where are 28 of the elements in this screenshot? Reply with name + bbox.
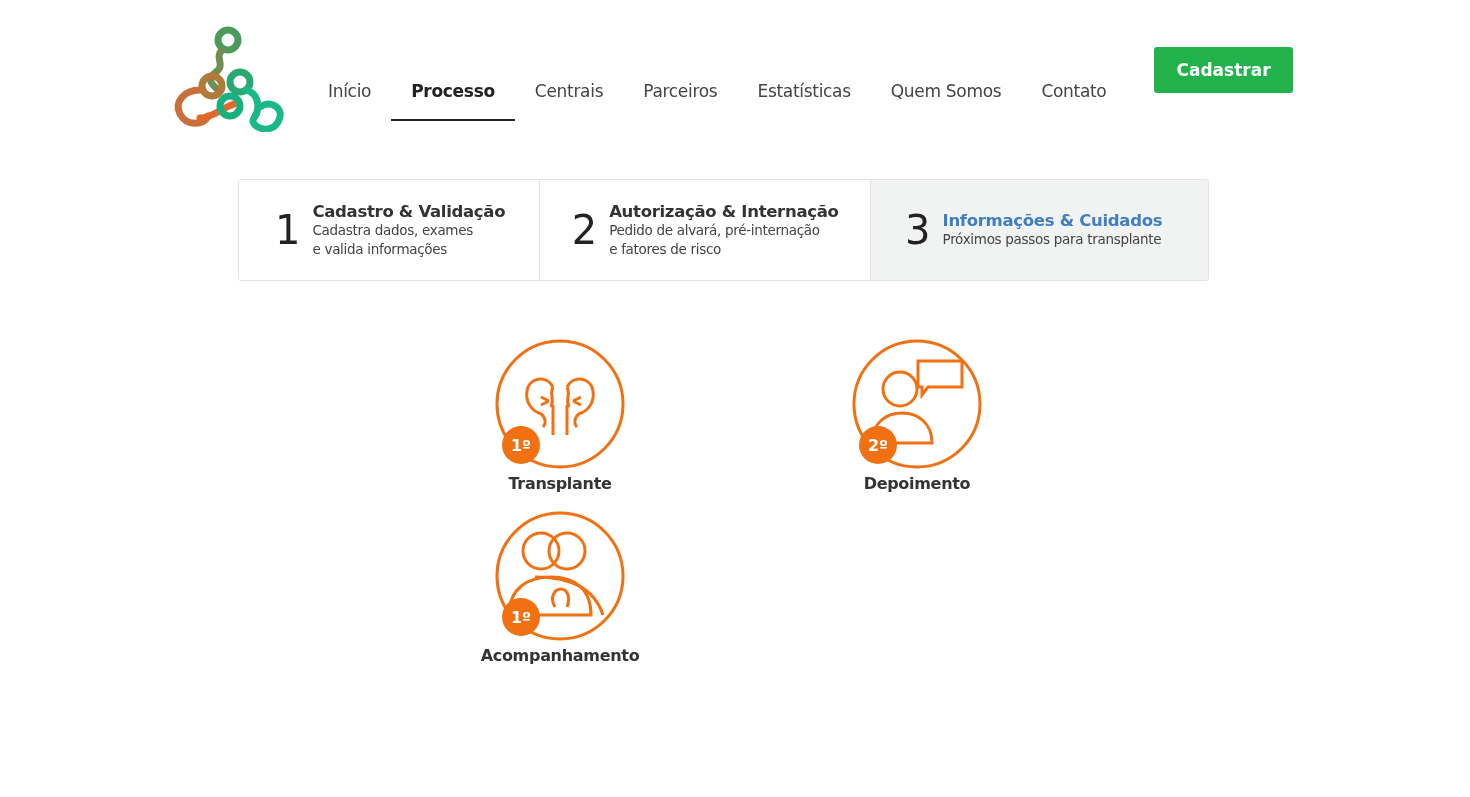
card-label: Depoimento [863,474,971,493]
step-panel[interactable]: 3 Informações & Cuidados Próximos passos para transplante [871,180,1208,280]
step-title: Cadastro & Validação [312,201,506,221]
order-badge: 2º [859,426,897,464]
step-title: Informações & Cuidados [942,211,1163,230]
step-description: e fatores de risco [609,239,722,259]
step-number: 1 [275,207,301,253]
card-label: Acompanhamento [480,646,640,665]
nav-link[interactable]: Processo [391,63,515,121]
nav-link[interactable]: Início [308,63,392,121]
kidneys-icon[interactable] [495,339,625,469]
step-description: Pedido de alvará, pré-internação [609,220,821,240]
step-description: e valida informações [312,239,449,259]
step-description: Próximos passos para transplante [942,230,1163,249]
two-people-icon[interactable] [495,511,625,641]
order-badge: 1º [502,598,540,636]
speaking-person-icon[interactable] [852,339,982,469]
step-description: Cadastra dados, exames [312,220,474,240]
nav-link[interactable]: Estatísticas [737,63,871,121]
step-number: 2 [571,207,598,253]
nav-link[interactable]: Contato [1021,63,1127,121]
nav-link[interactable]: Centrais [514,63,624,121]
nav-link[interactable]: Parceiros [623,63,738,121]
order-badge: 1º [502,426,540,464]
card-label: Transplante [508,474,612,493]
step-title: Autorização & Internação [609,201,839,221]
step-number: 3 [905,207,931,253]
nav-link[interactable]: Quem Somos [870,63,1022,121]
